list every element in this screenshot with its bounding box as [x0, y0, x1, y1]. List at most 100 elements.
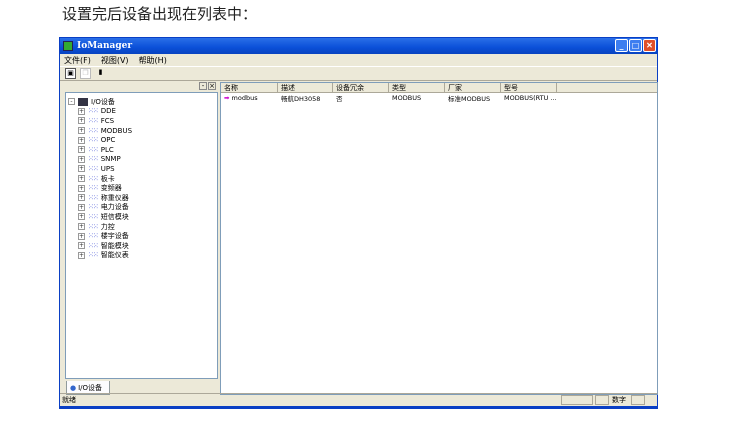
tab-label: I/O设备: [78, 383, 103, 392]
cell-vendor: 标准MODBUS: [448, 95, 491, 103]
tree-node-label: 智能模块: [100, 241, 129, 250]
device-group-icon: ⁙⁙: [88, 145, 99, 154]
expand-icon[interactable]: +: [78, 213, 85, 221]
tree-node-label: MODBUS: [100, 126, 133, 135]
expand-icon[interactable]: +: [78, 184, 85, 192]
pane-close-icon[interactable]: ×: [208, 82, 216, 90]
iomanager-window: IoManager _ □ ✕ 文件(F) 视图(V) 帮助(H) ▣ ❐ ▮ …: [59, 37, 658, 409]
tree-node[interactable]: + ⁙⁙ 变频器: [68, 183, 215, 193]
col-redundancy[interactable]: 设备冗余: [333, 83, 389, 92]
tree-node[interactable]: + ⁙⁙ 电力设备: [68, 203, 215, 213]
globe-icon: ●: [70, 383, 77, 392]
tree-node-label: 短信模块: [100, 212, 129, 221]
expand-icon[interactable]: +: [78, 175, 85, 183]
col-desc[interactable]: 描述: [278, 83, 333, 92]
tree-node[interactable]: + ⁙⁙ MODBUS: [68, 126, 215, 136]
tree-node[interactable]: + ⁙⁙ 智能模块: [68, 241, 215, 251]
expand-icon[interactable]: +: [78, 136, 85, 144]
app-icon: [63, 41, 73, 51]
tree-node[interactable]: + ⁙⁙ FCS: [68, 116, 215, 126]
expand-icon[interactable]: +: [78, 127, 85, 135]
maximize-button[interactable]: □: [629, 39, 642, 52]
device-group-icon: ⁙⁙: [88, 116, 99, 125]
arrow-icon: ➡: [224, 94, 230, 102]
tree-node-label: SNMP: [100, 155, 121, 164]
device-group-icon: ⁙⁙: [88, 155, 99, 164]
expand-icon[interactable]: +: [78, 251, 85, 259]
col-vendor[interactable]: 厂家: [445, 83, 501, 92]
status-ready: 就绪: [62, 396, 76, 404]
menu-file[interactable]: 文件(F): [64, 55, 91, 66]
tree-node[interactable]: + ⁙⁙ UPS: [68, 164, 215, 174]
menu-view[interactable]: 视图(V): [101, 55, 129, 66]
close-button[interactable]: ✕: [643, 39, 656, 52]
col-name[interactable]: 名称: [221, 83, 278, 92]
collapse-icon[interactable]: -: [68, 98, 75, 106]
col-type[interactable]: 类型: [389, 83, 445, 92]
device-group-icon: ⁙⁙: [88, 222, 99, 231]
cell-type: MODBUS: [392, 94, 422, 102]
col-model[interactable]: 型号: [501, 83, 557, 92]
tree-node-label: 智能仪表: [100, 251, 129, 260]
window-title: IoManager: [77, 41, 133, 51]
device-group-icon: ⁙⁙: [88, 241, 99, 250]
device-group-icon: ⁙⁙: [88, 107, 99, 116]
tree-node-label: 变频器: [100, 184, 122, 193]
expand-icon[interactable]: +: [78, 155, 85, 163]
device-group-icon: ⁙⁙: [88, 203, 99, 212]
minimize-button[interactable]: _: [615, 39, 628, 52]
tree-root-label: I/O设备: [91, 97, 115, 106]
device-tree: - I/O设备 + ⁙⁙ DDE + ⁙⁙ FCS + ⁙⁙ MODBUS + ⁙⁙ OPC + ⁙⁙ PLC…: [65, 92, 218, 379]
expand-icon[interactable]: +: [78, 242, 85, 250]
tree-node-label: UPS: [100, 164, 115, 173]
tree-node[interactable]: + ⁙⁙ 称重仪器: [68, 193, 215, 203]
tree-node[interactable]: + ⁙⁙ 智能仪表: [68, 251, 215, 261]
tree-node-label: 称重仪器: [100, 193, 129, 202]
cell-name: modbus: [231, 94, 258, 102]
status-panel: [561, 395, 593, 405]
device-group-icon: ⁙⁙: [88, 164, 99, 173]
expand-icon[interactable]: +: [78, 107, 85, 115]
device-group-icon: ⁙⁙: [88, 184, 99, 193]
expand-icon[interactable]: +: [78, 117, 85, 125]
tree-node[interactable]: + ⁙⁙ 板卡: [68, 174, 215, 184]
tree-node-label: 楼宇设备: [100, 232, 129, 241]
expand-icon[interactable]: +: [78, 223, 85, 231]
device-icon[interactable]: ▮: [95, 68, 106, 79]
toolbar: ▣ ❐ ▮: [60, 66, 657, 81]
tree-node[interactable]: + ⁙⁙ PLC: [68, 145, 215, 155]
device-group-icon: ⁙⁙: [88, 251, 99, 260]
expand-icon[interactable]: +: [78, 146, 85, 154]
expand-icon[interactable]: +: [78, 203, 85, 211]
tree-node[interactable]: + ⁙⁙ OPC: [68, 135, 215, 145]
device-group-icon: ⁙⁙: [88, 193, 99, 202]
caption: 设置完后设备出现在列表中：: [62, 5, 258, 23]
tree-node[interactable]: + ⁙⁙ DDE: [68, 107, 215, 117]
device-tree-pane: - × - I/O设备 + ⁙⁙ DDE + ⁙⁙ FCS + ⁙⁙ MODBUS + ⁙⁙ OPC + ⁙⁙…: [62, 82, 218, 395]
copy-icon[interactable]: ❐: [80, 68, 91, 79]
device-group-icon: ⁙⁙: [88, 126, 99, 135]
device-list: 名称 描述 设备冗余 类型 厂家 型号 ➡ modbus 畅航DH3058 否 …: [220, 82, 658, 395]
cell-model: MODBUS(RTU ...: [504, 94, 557, 102]
expand-icon[interactable]: +: [78, 232, 85, 240]
tree-node[interactable]: + ⁙⁙ 短信模块: [68, 212, 215, 222]
menu-bar: 文件(F) 视图(V) 帮助(H): [60, 54, 657, 66]
tree-node[interactable]: + ⁙⁙ 力控: [68, 222, 215, 232]
pin-icon[interactable]: -: [199, 82, 207, 90]
status-panel: [595, 395, 609, 405]
device-group-icon: ⁙⁙: [88, 212, 99, 221]
menu-help[interactable]: 帮助(H): [139, 55, 167, 66]
tree-node-label: 板卡: [100, 174, 115, 183]
computer-icon: [78, 97, 88, 106]
device-group-icon: ⁙⁙: [88, 174, 99, 183]
panel-toggle-icon[interactable]: ▣: [65, 68, 76, 79]
tree-node[interactable]: + ⁙⁙ SNMP: [68, 155, 215, 165]
tree-root[interactable]: - I/O设备: [68, 97, 215, 107]
table-row[interactable]: ➡ modbus 畅航DH3058 否 MODBUS 标准MODBUS MODB…: [221, 93, 657, 103]
tree-node-label: 电力设备: [100, 203, 129, 212]
expand-icon[interactable]: +: [78, 165, 85, 173]
expand-icon[interactable]: +: [78, 194, 85, 202]
cell-desc: 畅航DH3058: [281, 95, 321, 103]
tree-node[interactable]: + ⁙⁙ 楼宇设备: [68, 231, 215, 241]
tree-node-label: PLC: [100, 145, 114, 154]
